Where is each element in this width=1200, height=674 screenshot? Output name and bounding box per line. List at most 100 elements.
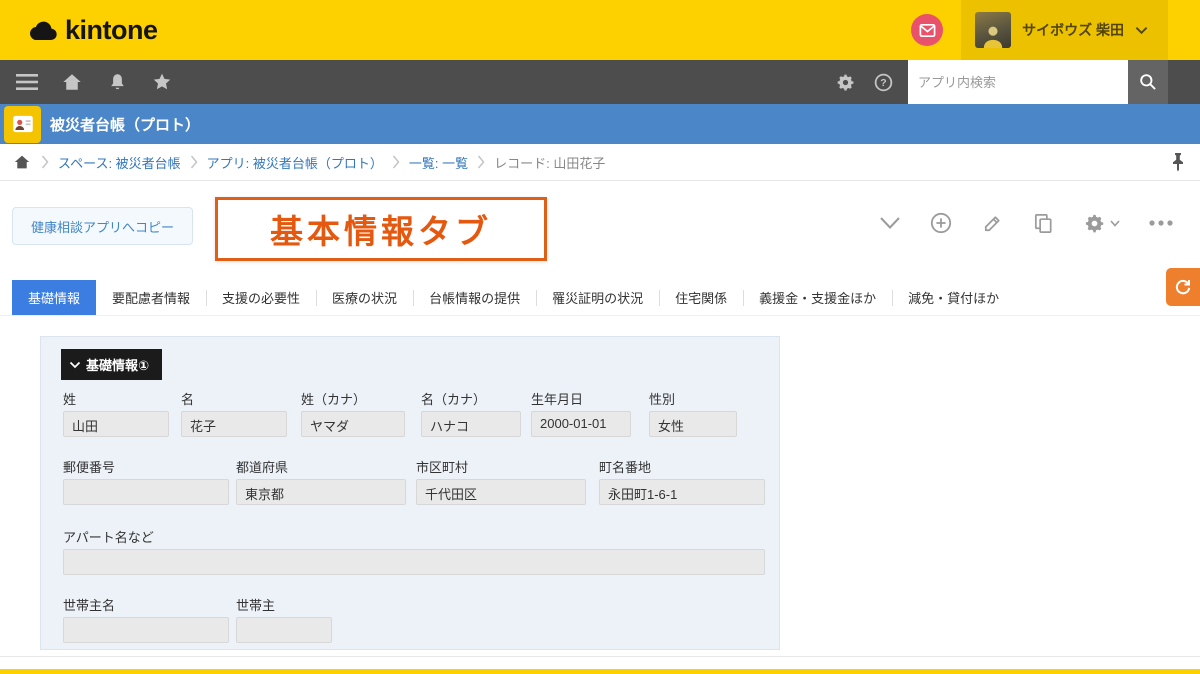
breadcrumb-pin-button[interactable] — [1170, 152, 1186, 175]
ellipsis-icon — [1148, 219, 1174, 227]
svg-text:?: ? — [880, 77, 886, 89]
chevron-down-icon — [1135, 26, 1148, 35]
help-button[interactable]: ? — [868, 67, 898, 97]
pin-icon — [1170, 152, 1186, 172]
favorites-button[interactable] — [147, 67, 177, 97]
field-value-postal-code — [63, 479, 229, 505]
more-options-button[interactable] — [1148, 219, 1174, 227]
hamburger-menu-button[interactable] — [12, 67, 42, 97]
field-label-householder: 世帯主 — [236, 595, 275, 614]
field-value-city: 千代田区 — [416, 479, 586, 505]
search-button[interactable] — [1128, 60, 1168, 104]
gear-icon — [835, 72, 856, 93]
refresh-icon — [1173, 277, 1193, 297]
tab-support-needs[interactable]: 支援の必要性 — [206, 280, 316, 315]
pencil-icon — [981, 212, 1004, 235]
field-value-first-name-kana: ハナコ — [421, 411, 521, 437]
header-right: サイボウズ 柴田 — [911, 0, 1200, 60]
portal-home-button[interactable] — [57, 67, 87, 97]
chevron-right-icon — [392, 155, 400, 169]
avatar-person-icon — [980, 22, 1006, 48]
chevron-right-icon — [477, 155, 485, 169]
bottom-brand-strip — [0, 669, 1200, 674]
edit-record-button[interactable] — [981, 212, 1004, 235]
side-panel-refresh-button[interactable] — [1166, 268, 1200, 306]
copy-to-health-app-button[interactable]: 健康相談アプリへコピー — [12, 207, 193, 245]
breadcrumb-space-link[interactable]: スペース: 被災者台帳 — [58, 153, 181, 172]
logo-text: kintone — [65, 15, 158, 46]
record-tabs: 基礎情報 要配慮者情報 支援の必要性 医療の状況 台帳情報の提供 罹災証明の状況… — [0, 280, 1200, 316]
field-value-householder — [236, 617, 332, 643]
kintone-logo[interactable]: kintone — [28, 15, 158, 46]
field-value-first-name: 花子 — [181, 411, 287, 437]
record-settings-button[interactable] — [1083, 212, 1120, 235]
user-name: サイボウズ 柴田 — [1022, 20, 1124, 40]
chevron-right-icon — [190, 155, 198, 169]
mail-notification-button[interactable] — [911, 14, 943, 46]
tab-medical-status[interactable]: 医療の状況 — [316, 280, 413, 315]
kintone-cloud-icon — [28, 19, 58, 41]
field-label-gender: 性別 — [649, 389, 675, 408]
notifications-button[interactable] — [102, 67, 132, 97]
star-icon — [151, 71, 173, 93]
field-value-birth-date: 2000-01-01 — [531, 411, 631, 437]
app-title: 被災者台帳（プロト） — [50, 114, 200, 135]
app-icon[interactable] — [4, 106, 41, 143]
global-nav-right: ? — [830, 60, 1200, 104]
field-value-address: 永田町1-6-1 — [599, 479, 765, 505]
tab-special-care-info[interactable]: 要配慮者情報 — [96, 280, 206, 315]
help-icon: ? — [873, 72, 894, 93]
breadcrumb-view-link[interactable]: 一覧: 一覧 — [409, 153, 468, 172]
bell-icon — [107, 72, 128, 93]
annotation-callout: 基本情報タブ — [215, 197, 547, 261]
app-bar: 被災者台帳（プロト） — [0, 104, 1200, 144]
field-value-gender: 女性 — [649, 411, 737, 437]
field-label-prefecture: 都道府県 — [236, 457, 288, 476]
duplicate-record-button[interactable] — [1032, 212, 1055, 235]
tab-exemptions-loans[interactable]: 減免・貸付ほか — [892, 280, 1015, 315]
field-label-householder-name: 世帯主名 — [63, 595, 115, 614]
gear-icon — [1083, 212, 1106, 235]
caret-down-icon — [1110, 220, 1120, 227]
tab-donations-support[interactable]: 義援金・支援金ほか — [743, 280, 892, 315]
field-label-postal-code: 郵便番号 — [63, 457, 115, 476]
collapse-header-button[interactable] — [879, 216, 901, 230]
avatar — [975, 12, 1011, 48]
copy-icon — [1032, 212, 1055, 235]
tab-basic-info[interactable]: 基礎情報 — [12, 280, 96, 315]
tab-housing[interactable]: 住宅関係 — [659, 280, 743, 315]
global-nav: ? — [0, 60, 1200, 104]
record-actions — [879, 211, 1174, 235]
breadcrumb-home-link[interactable] — [13, 153, 31, 171]
app-search-input[interactable] — [908, 60, 1128, 104]
search-icon — [1138, 72, 1158, 92]
field-value-householder-name — [63, 617, 229, 643]
annotation-text: 基本情報タブ — [270, 205, 492, 253]
app-person-card-icon — [10, 111, 36, 137]
home-icon — [61, 71, 83, 93]
field-value-last-name: 山田 — [63, 411, 169, 437]
user-menu[interactable]: サイボウズ 柴田 — [961, 0, 1168, 60]
add-record-button[interactable] — [929, 211, 953, 235]
settings-button[interactable] — [830, 67, 860, 97]
field-value-apartment — [63, 549, 765, 575]
chevron-down-icon — [879, 216, 901, 230]
field-label-apartment: アパート名など — [63, 527, 154, 546]
tab-ledger-provision[interactable]: 台帳情報の提供 — [413, 280, 536, 315]
kintone-screen: kintone サイボウズ 柴田 — [0, 0, 1200, 674]
home-icon — [13, 153, 31, 171]
hamburger-icon — [16, 73, 38, 91]
breadcrumb-app-link[interactable]: アプリ: 被災者台帳（プロト） — [207, 153, 383, 172]
breadcrumb: スペース: 被災者台帳 アプリ: 被災者台帳（プロト） 一覧: 一覧 レコード:… — [0, 144, 1200, 181]
field-value-prefecture: 東京都 — [236, 479, 406, 505]
field-label-first-name: 名 — [181, 389, 194, 408]
global-nav-left — [12, 67, 177, 97]
mail-icon — [919, 23, 936, 38]
tab-disaster-certificate[interactable]: 罹災証明の状況 — [536, 280, 659, 315]
group-basic-info-toggle[interactable]: 基礎情報① — [61, 349, 162, 380]
group-title: 基礎情報① — [86, 355, 149, 374]
plus-circle-icon — [929, 211, 953, 235]
field-label-last-name: 姓 — [63, 389, 76, 408]
breadcrumb-record-current: レコード: 山田花子 — [494, 153, 605, 172]
basic-info-group-panel: 基礎情報① 姓 名 姓（カナ） 名（カナ） 生年月日 性別 山田 花子 ヤマダ … — [40, 336, 780, 650]
